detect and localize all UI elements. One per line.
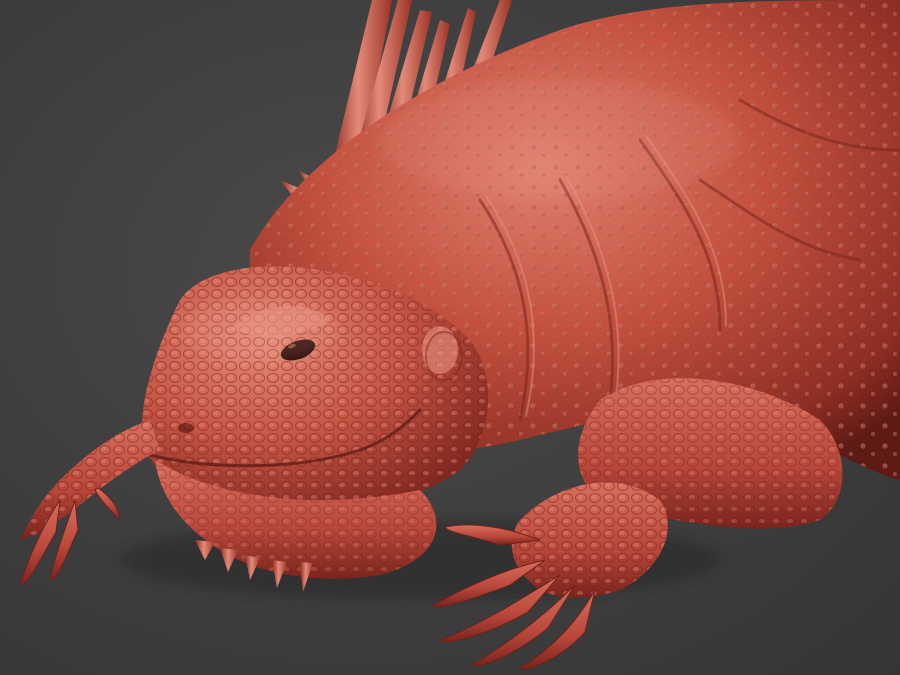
iguana-sculpt (19, 0, 900, 670)
viewport-3d[interactable] (0, 0, 900, 675)
nostril (178, 423, 194, 433)
